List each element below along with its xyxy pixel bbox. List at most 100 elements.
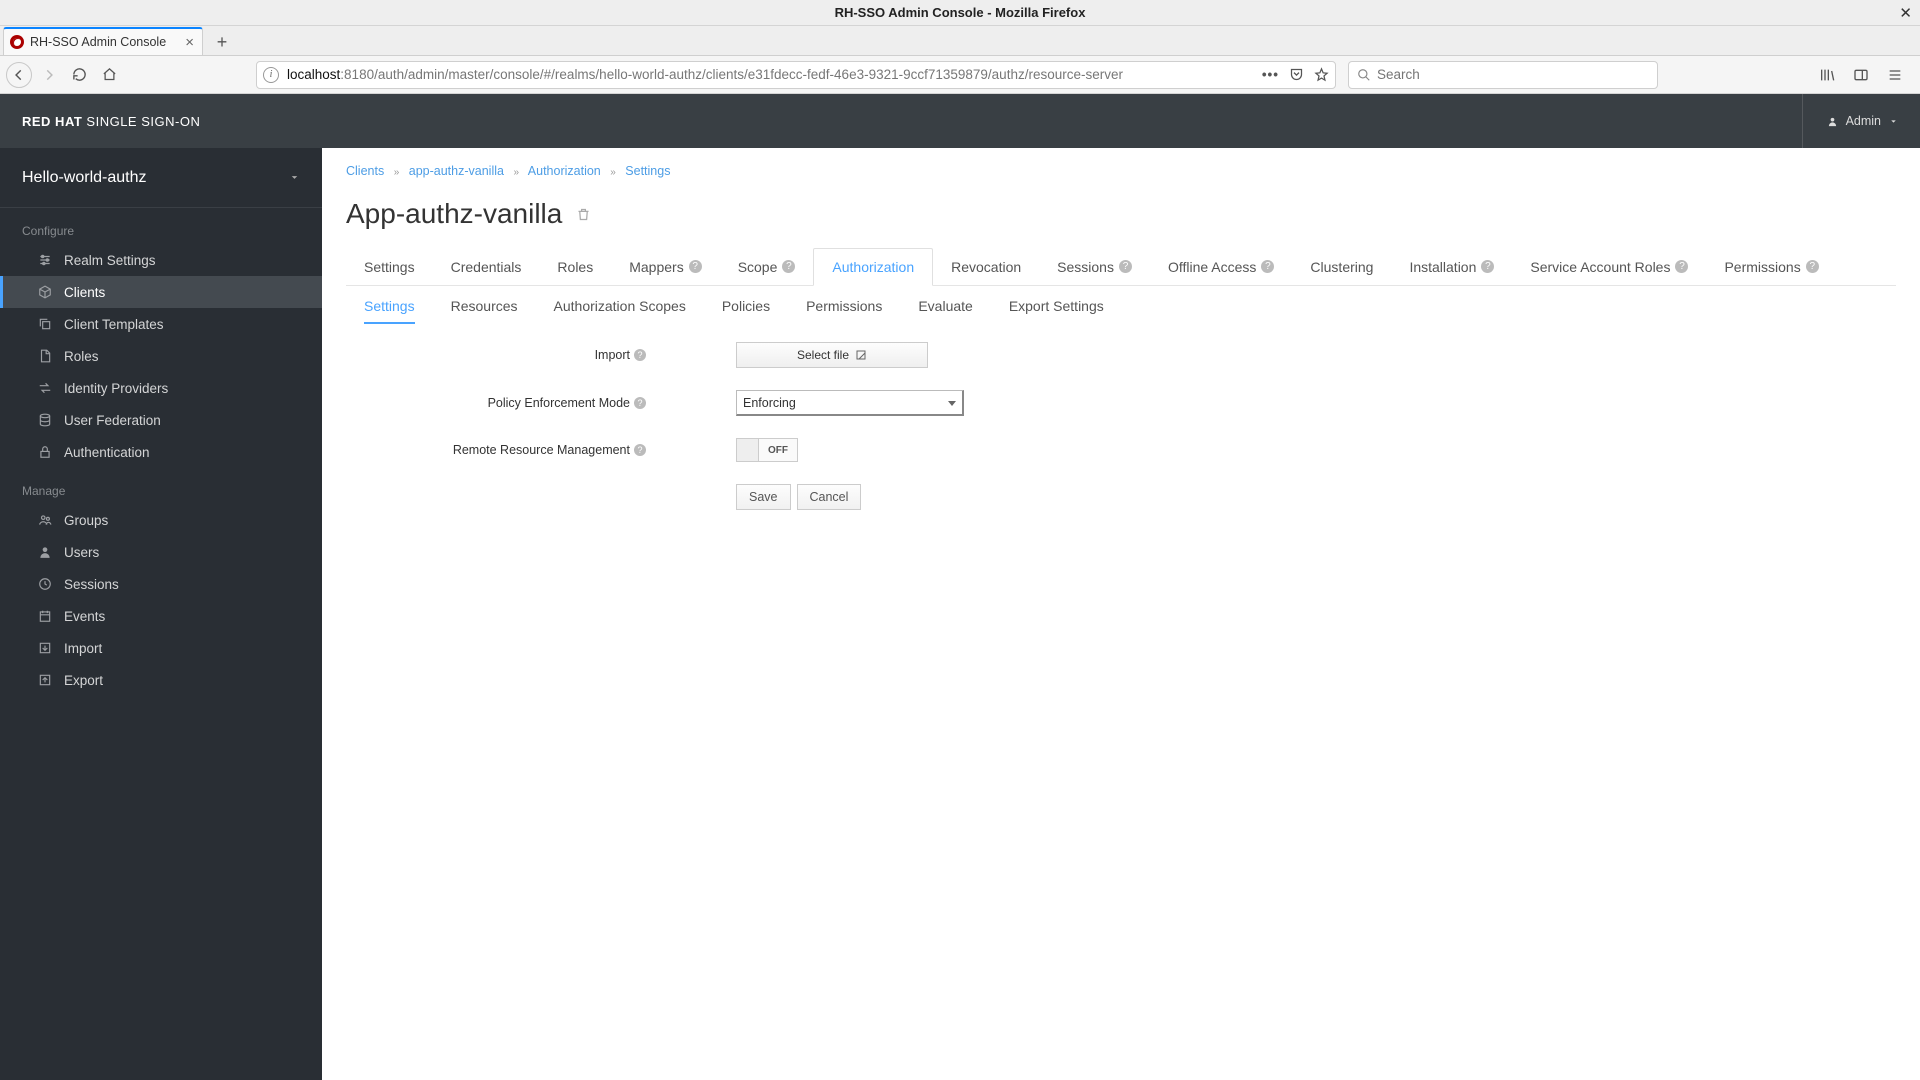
- back-button-icon[interactable]: [6, 62, 32, 88]
- browser-tab[interactable]: RH-SSO Admin Console ×: [3, 27, 203, 55]
- help-icon[interactable]: ?: [782, 260, 795, 273]
- help-icon[interactable]: ?: [1481, 260, 1494, 273]
- help-icon[interactable]: ?: [689, 260, 702, 273]
- tab-favicon-icon: [10, 35, 24, 49]
- sidebar-item-events[interactable]: Events: [0, 600, 322, 632]
- reload-button-icon[interactable]: [66, 62, 92, 88]
- in-icon: [38, 641, 54, 655]
- tab-credentials[interactable]: Credentials: [433, 248, 540, 285]
- url-bar[interactable]: i localhost:8180/auth/admin/master/conso…: [256, 61, 1336, 89]
- pem-label: Policy Enforcement Mode?: [346, 396, 656, 410]
- help-icon[interactable]: ?: [1119, 260, 1132, 273]
- tab-roles[interactable]: Roles: [539, 248, 611, 285]
- rrm-toggle[interactable]: OFF: [736, 438, 798, 462]
- forward-button-icon: [36, 62, 62, 88]
- pem-select[interactable]: Enforcing: [736, 390, 964, 416]
- user-dropdown[interactable]: Admin: [1802, 94, 1898, 148]
- subtab-policies[interactable]: Policies: [704, 288, 788, 324]
- home-button-icon[interactable]: [96, 62, 122, 88]
- tab-permissions[interactable]: Permissions?: [1706, 248, 1836, 285]
- sidebar-item-sessions[interactable]: Sessions: [0, 568, 322, 600]
- brand-logo: RED HAT SINGLE SIGN-ON: [22, 114, 200, 129]
- sidebar-item-label: Realm Settings: [64, 253, 156, 268]
- sidebar-item-authentication[interactable]: Authentication: [0, 436, 322, 468]
- subtab-resources[interactable]: Resources: [433, 288, 536, 324]
- help-icon[interactable]: ?: [634, 397, 646, 409]
- subtab-export[interactable]: Export Settings: [991, 288, 1122, 324]
- new-tab-button[interactable]: +: [209, 29, 235, 55]
- sidebar-item-label: Events: [64, 609, 105, 624]
- tab-scope[interactable]: Scope?: [720, 248, 814, 285]
- subtab-scopes[interactable]: Authorization Scopes: [536, 288, 704, 324]
- tab-installation[interactable]: Installation?: [1391, 248, 1512, 285]
- sidebar-item-export[interactable]: Export: [0, 664, 322, 696]
- window-close-icon[interactable]: ✕: [1899, 4, 1912, 22]
- sliders-icon: [38, 253, 54, 267]
- tab-offline-access[interactable]: Offline Access?: [1150, 248, 1292, 285]
- tab-settings[interactable]: Settings: [346, 248, 433, 285]
- tab-authorization[interactable]: Authorization: [813, 248, 933, 286]
- browser-navbar: i localhost:8180/auth/admin/master/conso…: [0, 56, 1920, 94]
- tab-service-account-roles[interactable]: Service Account Roles?: [1512, 248, 1706, 285]
- tab-clustering[interactable]: Clustering: [1292, 248, 1391, 285]
- realm-selector[interactable]: Hello-world-authz: [0, 148, 322, 208]
- sidebar-item-roles[interactable]: Roles: [0, 340, 322, 372]
- sidebar-item-label: Import: [64, 641, 102, 656]
- subtab-settings[interactable]: Settings: [346, 288, 433, 324]
- crumb-sep-icon: »: [388, 167, 406, 178]
- help-icon[interactable]: ?: [634, 349, 646, 361]
- sidebar-item-import[interactable]: Import: [0, 632, 322, 664]
- db-icon: [38, 413, 54, 427]
- tab-sessions[interactable]: Sessions?: [1039, 248, 1150, 285]
- library-icon[interactable]: [1814, 62, 1840, 88]
- save-button[interactable]: Save: [736, 484, 791, 510]
- crumb-sep-icon: »: [604, 167, 622, 178]
- crumb-clients[interactable]: Clients: [346, 164, 384, 178]
- sidebar-item-realm-settings[interactable]: Realm Settings: [0, 244, 322, 276]
- authz-settings-form: Import? Select file Policy Enforcement M…: [346, 342, 1896, 510]
- bookmark-star-icon[interactable]: [1314, 67, 1329, 82]
- sidebar-item-groups[interactable]: Groups: [0, 504, 322, 536]
- user-icon: [1827, 116, 1838, 127]
- menu-icon[interactable]: [1882, 62, 1908, 88]
- crumb-settings[interactable]: Settings: [625, 164, 670, 178]
- sidebar-item-label: User Federation: [64, 413, 161, 428]
- sidebar-item-users[interactable]: Users: [0, 536, 322, 568]
- exchange-icon: [38, 381, 54, 395]
- search-input[interactable]: [1377, 67, 1649, 82]
- url-text: localhost:8180/auth/admin/master/console…: [287, 67, 1123, 82]
- sidebar-group-configure: Configure: [0, 208, 322, 244]
- clock-icon: [38, 577, 54, 591]
- rrm-label: Remote Resource Management?: [346, 443, 656, 457]
- breadcrumb: Clients » app-authz-vanilla » Authorizat…: [346, 164, 1896, 178]
- site-info-icon[interactable]: i: [263, 67, 279, 83]
- more-actions-icon[interactable]: •••: [1262, 67, 1279, 82]
- select-file-button[interactable]: Select file: [736, 342, 928, 368]
- sidebar-item-label: Sessions: [64, 577, 119, 592]
- crumb-authz[interactable]: Authorization: [528, 164, 601, 178]
- pocket-icon[interactable]: [1289, 67, 1304, 82]
- subtab-permissions[interactable]: Permissions: [788, 288, 900, 324]
- chevron-down-icon: [1889, 117, 1898, 126]
- help-icon[interactable]: ?: [634, 444, 646, 456]
- help-icon[interactable]: ?: [1675, 260, 1688, 273]
- sidebar-toggle-icon[interactable]: [1848, 62, 1874, 88]
- tab-mappers[interactable]: Mappers?: [611, 248, 719, 285]
- cal-icon: [38, 609, 54, 623]
- help-icon[interactable]: ?: [1806, 260, 1819, 273]
- tab-close-icon[interactable]: ×: [173, 34, 194, 51]
- sidebar-item-identity-providers[interactable]: Identity Providers: [0, 372, 322, 404]
- subtab-evaluate[interactable]: Evaluate: [900, 288, 990, 324]
- crumb-client[interactable]: app-authz-vanilla: [409, 164, 504, 178]
- delete-icon[interactable]: [576, 207, 591, 222]
- import-label: Import?: [346, 348, 656, 362]
- search-bar[interactable]: [1348, 61, 1658, 89]
- sidebar-item-clients[interactable]: Clients: [0, 276, 322, 308]
- app-header: RED HAT SINGLE SIGN-ON Admin: [0, 94, 1920, 148]
- sidebar-item-client-templates[interactable]: Client Templates: [0, 308, 322, 340]
- sidebar-item-user-federation[interactable]: User Federation: [0, 404, 322, 436]
- help-icon[interactable]: ?: [1261, 260, 1274, 273]
- tab-revocation[interactable]: Revocation: [933, 248, 1039, 285]
- cancel-button[interactable]: Cancel: [797, 484, 862, 510]
- search-icon: [1357, 68, 1371, 82]
